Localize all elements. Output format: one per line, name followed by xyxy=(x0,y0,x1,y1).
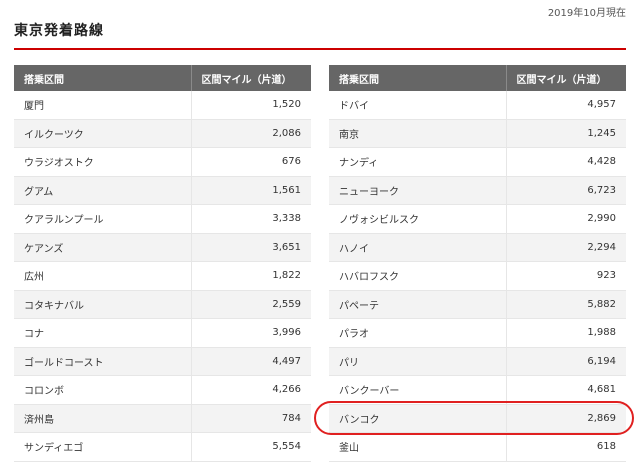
column-header-route: 搭乗区間 xyxy=(14,65,192,91)
column-header-route: 搭乗区間 xyxy=(329,65,507,91)
table-header-row: 搭乗区間 区間マイル（片道） xyxy=(329,65,626,91)
route-table-right: 搭乗区間 区間マイル（片道） ドバイ 4,957 南京 1,245 ナンディ 4,42… xyxy=(329,65,626,462)
route-miles: 1,988 xyxy=(506,318,626,348)
route-miles: 2,990 xyxy=(506,204,626,234)
table-row: コタキナバル 2,559 xyxy=(14,290,311,319)
route-miles: 4,957 xyxy=(506,91,626,120)
route-name: コタキナバル xyxy=(14,290,192,319)
route-name: グアム xyxy=(14,176,192,205)
route-name: バンコク xyxy=(329,404,507,433)
route-miles: 3,996 xyxy=(191,318,311,348)
route-name: ノヴォシビルスク xyxy=(329,204,507,234)
route-miles: 784 xyxy=(191,404,311,433)
route-miles: 1,520 xyxy=(191,91,311,120)
table-row: パリ 6,194 xyxy=(329,347,626,376)
page-title: 東京発着路線 xyxy=(14,23,104,39)
route-miles: 4,428 xyxy=(506,147,626,177)
table-row: イルクーツク 2,086 xyxy=(14,119,311,148)
route-name: クアラルンプール xyxy=(14,204,192,234)
route-name: 広州 xyxy=(14,261,192,291)
column-header-miles: 区間マイル（片道） xyxy=(191,65,311,91)
route-name: ニューヨーク xyxy=(329,176,507,205)
table-row: バンクーバー 4,681 xyxy=(329,375,626,405)
route-miles: 4,266 xyxy=(191,375,311,405)
table-row: ハバロフスク 923 xyxy=(329,261,626,291)
route-miles: 2,869 xyxy=(506,404,626,433)
route-table-left: 搭乗区間 区間マイル（片道） 厦門 1,520 イルクーツク 2,086 ウラジオス… xyxy=(14,65,311,462)
route-name: パペーテ xyxy=(329,290,507,319)
route-name: コロンボ xyxy=(14,375,192,405)
table-row: コナ 3,996 xyxy=(14,318,311,348)
route-miles: 6,194 xyxy=(506,347,626,376)
route-miles: 618 xyxy=(506,432,626,462)
route-miles: 5,882 xyxy=(506,290,626,319)
column-header-miles: 区間マイル（片道） xyxy=(506,65,626,91)
table-row: ニューヨーク 6,723 xyxy=(329,176,626,205)
route-name: ハバロフスク xyxy=(329,261,507,291)
route-miles: 5,554 xyxy=(191,432,311,462)
route-miles: 3,338 xyxy=(191,204,311,234)
route-miles: 6,723 xyxy=(506,176,626,205)
route-miles: 4,681 xyxy=(506,375,626,405)
table-row: サンディエゴ 5,554 xyxy=(14,432,311,462)
route-name: ケアンズ xyxy=(14,233,192,262)
route-name: ナンディ xyxy=(329,147,507,177)
table-row: ゴールドコースト 4,497 xyxy=(14,347,311,376)
route-name: 南京 xyxy=(329,119,507,148)
table-row: パラオ 1,988 xyxy=(329,318,626,348)
route-name: パラオ xyxy=(329,318,507,348)
table-row: パペーテ 5,882 xyxy=(329,290,626,319)
table-row: 広州 1,822 xyxy=(14,261,311,291)
route-miles: 3,651 xyxy=(191,233,311,262)
table-row: 済州島 784 xyxy=(14,404,311,433)
table-row: 南京 1,245 xyxy=(329,119,626,148)
route-name: サンディエゴ xyxy=(14,432,192,462)
route-miles: 1,822 xyxy=(191,261,311,291)
route-name: 釜山 xyxy=(329,432,507,462)
table-row: クアラルンプール 3,338 xyxy=(14,204,311,234)
route-name: パリ xyxy=(329,347,507,376)
route-name: ハノイ xyxy=(329,233,507,262)
route-miles: 4,497 xyxy=(191,347,311,376)
route-miles: 2,086 xyxy=(191,119,311,148)
title-underline xyxy=(14,48,626,50)
table-row: ハノイ 2,294 xyxy=(329,233,626,262)
route-name: 済州島 xyxy=(14,404,192,433)
route-name: イルクーツク xyxy=(14,119,192,148)
table-row: 釜山 618 xyxy=(329,432,626,462)
table-row: コロンボ 4,266 xyxy=(14,375,311,405)
route-miles: 676 xyxy=(191,147,311,177)
table-row: ナンディ 4,428 xyxy=(329,147,626,177)
as-of-date: 2019年10月現在 xyxy=(547,8,626,19)
table-row: ウラジオストク 676 xyxy=(14,147,311,177)
route-name: ドバイ xyxy=(329,91,507,120)
table-header-row: 搭乗区間 区間マイル（片道） xyxy=(14,65,311,91)
route-name: バンクーバー xyxy=(329,375,507,405)
table-row-highlighted: バンコク 2,869 xyxy=(329,404,626,433)
table-row: グアム 1,561 xyxy=(14,176,311,205)
table-row: ドバイ 4,957 xyxy=(329,91,626,120)
route-name: 厦門 xyxy=(14,91,192,120)
route-name: ゴールドコースト xyxy=(14,347,192,376)
table-row: ケアンズ 3,651 xyxy=(14,233,311,262)
route-miles: 2,559 xyxy=(191,290,311,319)
route-name: コナ xyxy=(14,318,192,348)
route-miles: 1,561 xyxy=(191,176,311,205)
route-miles: 1,245 xyxy=(506,119,626,148)
table-row: 厦門 1,520 xyxy=(14,91,311,120)
table-row: ノヴォシビルスク 2,990 xyxy=(329,204,626,234)
route-miles: 923 xyxy=(506,261,626,291)
route-miles: 2,294 xyxy=(506,233,626,262)
route-name: ウラジオストク xyxy=(14,147,192,177)
